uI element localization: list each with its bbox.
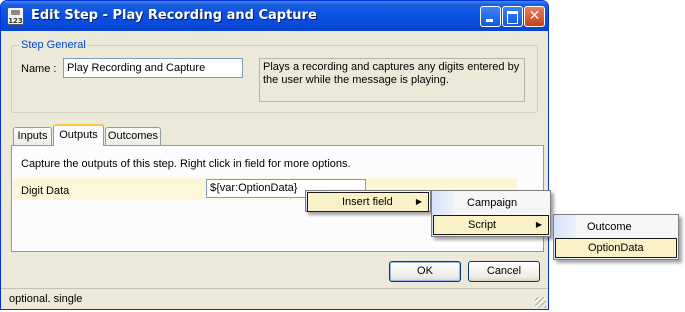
title-bar[interactable]: 123 Edit Step - Play Recording and Captu… [1, 1, 548, 31]
name-label: Name : [21, 63, 57, 75]
menu-item-label: Campaign [467, 197, 518, 209]
tab-outputs[interactable]: Outputs [53, 124, 104, 146]
app-icon: 123 [7, 7, 24, 25]
close-button[interactable]: ✕ [524, 6, 545, 27]
description-line-1: Plays a recording and captures any digit… [263, 61, 520, 73]
menu-item-label: Outcome [587, 221, 632, 233]
tab-inputs[interactable]: Inputs [13, 127, 52, 145]
menu-item-label: Script [468, 219, 497, 231]
minimize-button[interactable] [480, 6, 501, 27]
submenu-arrow-icon: ▶ [535, 220, 542, 229]
menu-item-insert-field[interactable]: Insert field ▶ [307, 192, 429, 212]
status-bar: optional. single [1, 288, 548, 309]
step-general-legend: Step General [19, 39, 88, 51]
insert-field-submenu: Campaign Script ▶ [431, 190, 551, 237]
status-text: optional. single [9, 293, 83, 305]
menu-item-campaign[interactable]: Campaign [433, 193, 549, 213]
script-submenu: Outcome OptionData [553, 214, 679, 260]
resize-grip-icon[interactable] [535, 297, 546, 308]
menu-item-outcome[interactable]: Outcome [555, 217, 677, 237]
submenu-arrow-icon: ▶ [415, 197, 422, 206]
menu-item-label: OptionData [588, 242, 644, 254]
name-input[interactable]: Play Recording and Capture [63, 58, 243, 78]
menu-item-optiondata[interactable]: OptionData [555, 238, 677, 258]
close-icon: ✕ [528, 8, 541, 24]
cancel-button[interactable]: Cancel [468, 261, 540, 282]
maximize-button[interactable] [502, 6, 523, 27]
description-line-2: the user while the message is playing. [263, 74, 449, 86]
window-title: Edit Step - Play Recording and Capture [31, 8, 317, 23]
step-description: Plays a recording and captures any digit… [259, 58, 525, 102]
outputs-hint: Capture the outputs of this step. Right … [21, 158, 351, 170]
menu-item-label: Insert field [342, 196, 393, 208]
edit-step-dialog: 123 Edit Step - Play Recording and Captu… [0, 0, 549, 310]
digit-data-label: Digit Data [21, 185, 70, 197]
context-menu: Insert field ▶ [305, 190, 431, 212]
menu-item-script[interactable]: Script ▶ [433, 215, 549, 235]
tab-outcomes[interactable]: Outcomes [105, 127, 161, 145]
ok-button[interactable]: OK [389, 261, 461, 282]
